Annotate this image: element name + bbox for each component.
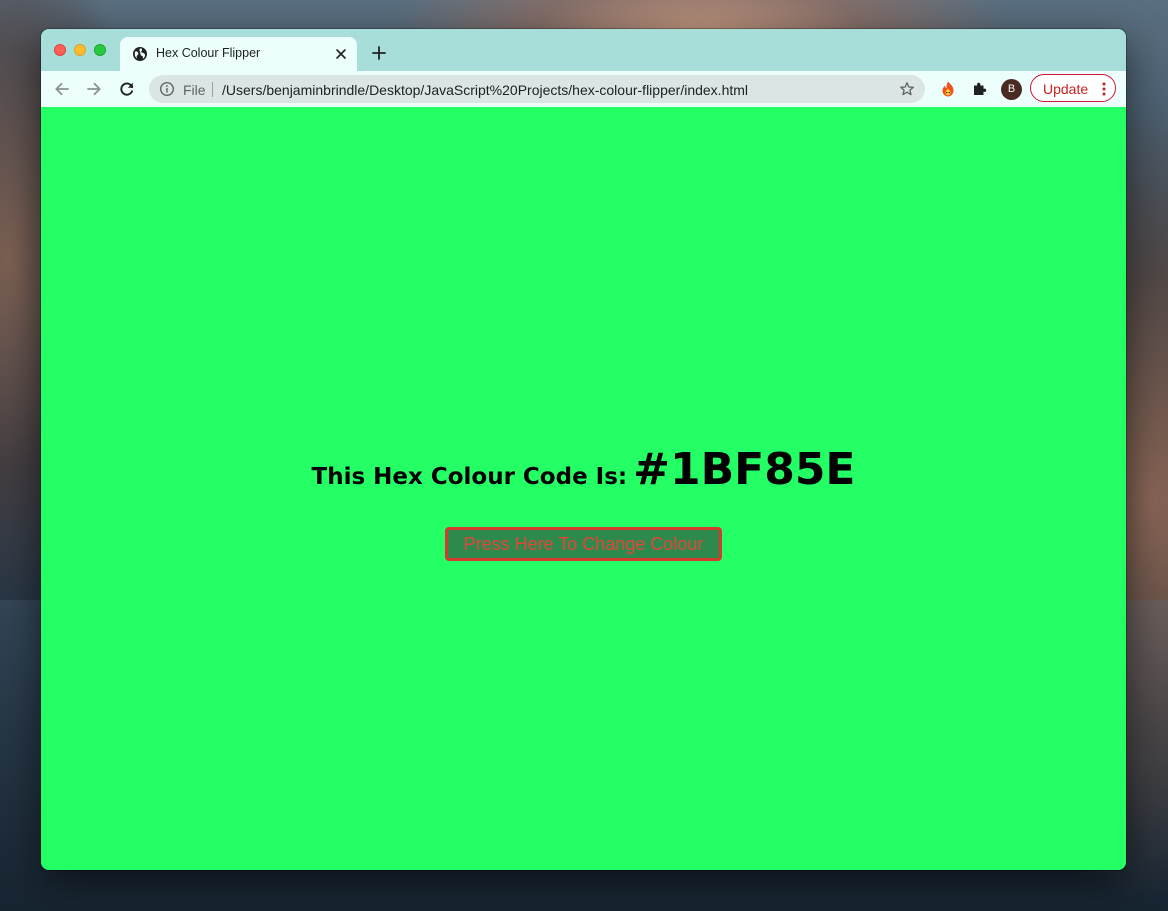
browser-window: Hex Colour Flipper File /Users/benjaminb… <box>41 29 1126 870</box>
update-button[interactable]: Update <box>1030 74 1116 102</box>
puzzle-piece-icon[interactable] <box>971 80 989 98</box>
window-close-button[interactable] <box>54 44 66 56</box>
tab-strip: Hex Colour Flipper <box>41 29 1126 71</box>
plus-icon[interactable] <box>369 43 389 63</box>
browser-toolbar: File /Users/benjaminbrindle/Desktop/Java… <box>41 71 1126 108</box>
scheme-divider <box>212 82 213 97</box>
vertical-dots-icon[interactable] <box>1102 82 1106 96</box>
star-icon[interactable] <box>899 81 915 97</box>
address-bar[interactable]: File /Users/benjaminbrindle/Desktop/Java… <box>149 75 925 103</box>
globe-icon <box>133 47 147 61</box>
tab-title: Hex Colour Flipper <box>156 46 261 60</box>
window-minimize-button[interactable] <box>74 44 86 56</box>
reload-icon[interactable] <box>117 79 137 99</box>
update-label: Update <box>1043 81 1089 97</box>
info-icon[interactable] <box>159 81 175 97</box>
hex-value: #1BF85E <box>633 444 856 495</box>
hex-heading: This Hex Colour Code Is: #1BF85E <box>41 444 1126 495</box>
url-text[interactable]: /Users/benjaminbrindle/Desktop/JavaScrip… <box>222 82 748 98</box>
arrow-left-icon[interactable] <box>52 79 72 99</box>
arrow-right-icon[interactable] <box>84 79 104 99</box>
change-colour-button[interactable]: Press Here To Change Colour <box>445 527 722 561</box>
scheme-label: File <box>183 82 206 98</box>
fire-extension-icon[interactable] <box>939 80 957 98</box>
window-maximize-button[interactable] <box>94 44 106 56</box>
hex-label: This Hex Colour Code Is: <box>311 464 628 490</box>
close-icon[interactable] <box>333 46 349 62</box>
avatar[interactable]: B <box>1001 79 1022 100</box>
tab-hex-colour-flipper[interactable]: Hex Colour Flipper <box>120 37 357 71</box>
page-content: This Hex Colour Code Is: #1BF85E Press He… <box>41 107 1126 870</box>
